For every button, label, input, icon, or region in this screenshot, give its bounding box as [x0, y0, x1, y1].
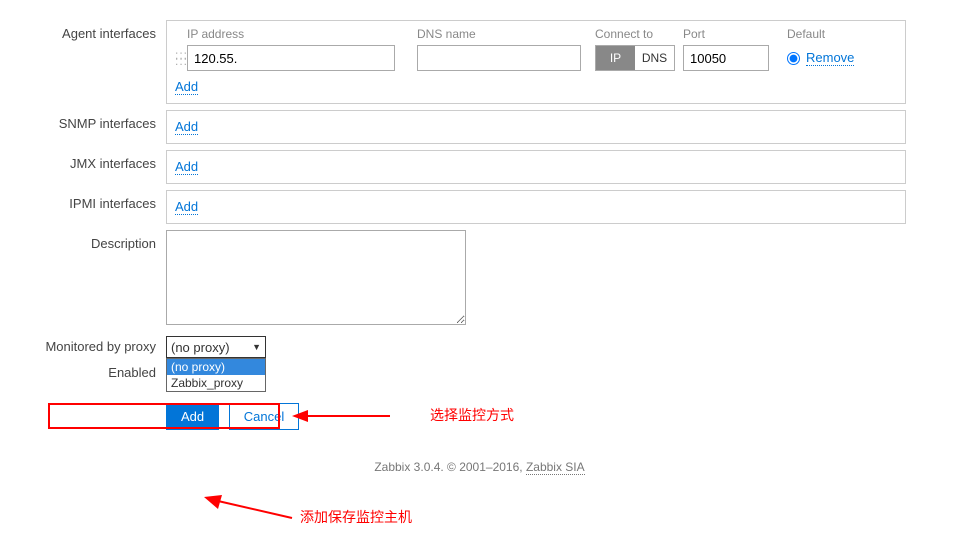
annotation-save-host: 添加保存监控主机 [300, 507, 412, 527]
footer-link[interactable]: Zabbix SIA [526, 460, 585, 475]
proxy-option-zabbix[interactable]: Zabbix_proxy [167, 375, 265, 391]
header-ip: IP address [187, 27, 409, 41]
jmx-interfaces-label: JMX interfaces [0, 150, 166, 171]
enabled-label: Enabled [0, 364, 166, 380]
proxy-select-value: (no proxy) [171, 340, 230, 355]
connect-to-toggle: IP DNS [595, 45, 675, 71]
drag-handle-icon[interactable]: :::::: [175, 52, 187, 64]
header-connect: Connect to [595, 27, 675, 41]
agent-interface-row: :::::: IP DNS Remove [175, 45, 897, 71]
header-dns: DNS name [417, 27, 587, 41]
ip-address-input[interactable] [187, 45, 395, 71]
connect-dns-button[interactable]: DNS [635, 46, 674, 70]
ipmi-add-link[interactable]: Add [175, 199, 198, 215]
default-radio[interactable] [787, 52, 800, 65]
footer: Zabbix 3.0.4. © 2001–2016, Zabbix SIA [0, 460, 959, 484]
connect-ip-button[interactable]: IP [596, 46, 635, 70]
footer-text: Zabbix 3.0.4. © 2001–2016, [374, 460, 526, 474]
proxy-select[interactable]: (no proxy) ▼ [166, 336, 266, 358]
snmp-add-link[interactable]: Add [175, 119, 198, 135]
jmx-add-link[interactable]: Add [175, 159, 198, 175]
monitored-by-proxy-label: Monitored by proxy [0, 336, 166, 354]
agent-add-link[interactable]: Add [175, 79, 198, 95]
snmp-interfaces-box: Add [166, 110, 906, 144]
arrow-icon [200, 493, 300, 523]
header-default: Default [787, 27, 897, 41]
description-label: Description [0, 230, 166, 251]
cancel-button[interactable]: Cancel [229, 403, 299, 430]
header-port: Port [683, 27, 775, 41]
jmx-interfaces-box: Add [166, 150, 906, 184]
snmp-interfaces-label: SNMP interfaces [0, 110, 166, 131]
agent-interfaces-label: Agent interfaces [0, 20, 166, 41]
add-button[interactable]: Add [166, 403, 219, 430]
dns-name-input[interactable] [417, 45, 581, 71]
proxy-dropdown: (no proxy) Zabbix_proxy [166, 358, 266, 392]
agent-interfaces-box: IP address DNS name Connect to Port Defa… [166, 20, 906, 104]
description-textarea[interactable] [166, 230, 466, 325]
ipmi-interfaces-label: IPMI interfaces [0, 190, 166, 211]
proxy-option-no-proxy[interactable]: (no proxy) [167, 359, 265, 375]
port-input[interactable] [683, 45, 769, 71]
ipmi-interfaces-box: Add [166, 190, 906, 224]
chevron-down-icon: ▼ [252, 342, 261, 352]
remove-link[interactable]: Remove [806, 50, 854, 66]
